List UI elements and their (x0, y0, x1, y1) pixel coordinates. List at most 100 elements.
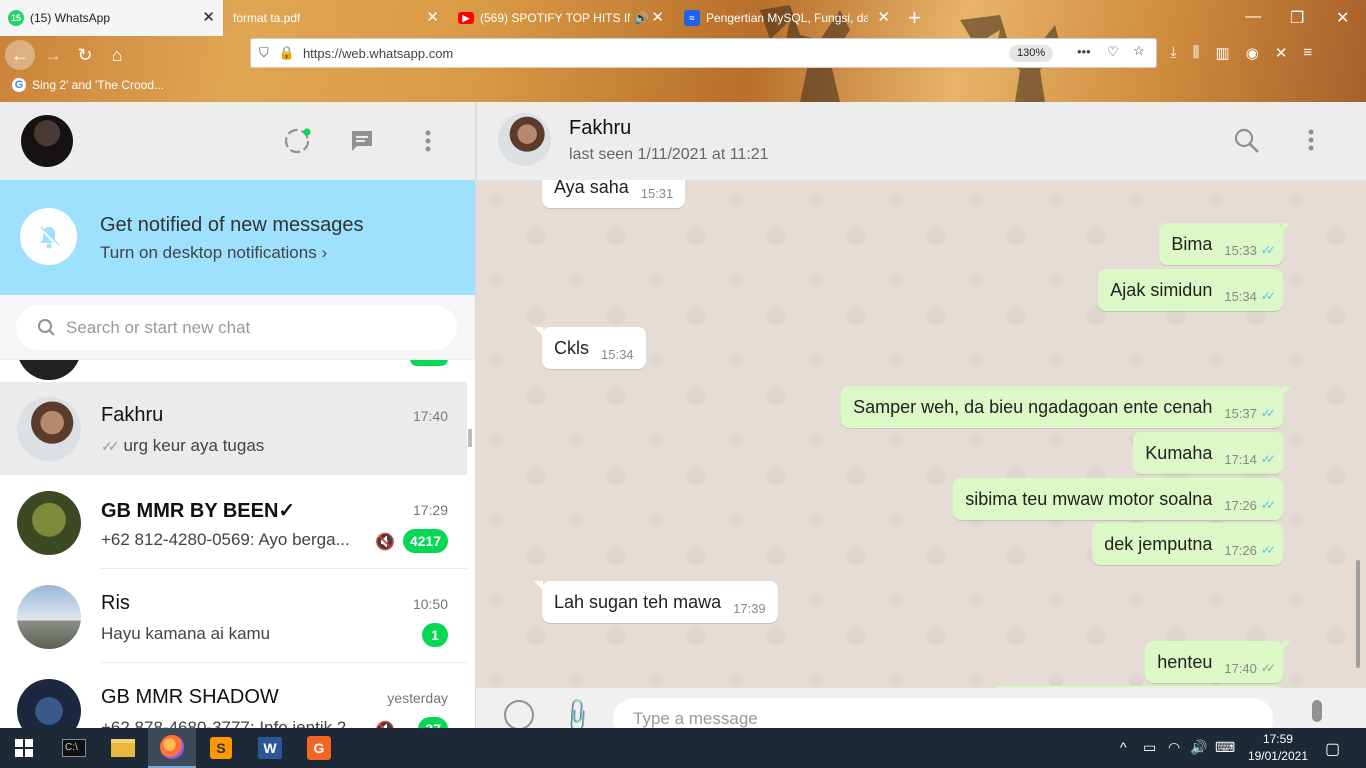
sidebar-icon[interactable]: ▥ (1216, 44, 1230, 62)
battery-icon[interactable]: ▭ (1143, 739, 1156, 756)
chat-item-fakhru[interactable]: Fakhru 17:40 ✓✓ urg keur aya tugas (0, 382, 467, 475)
pocket-icon[interactable]: ♡ (1107, 44, 1119, 60)
chat-item-gb-mmr-by-been[interactable]: GB MMR BY BEEN✓ 17:29 +62 812-4280-0569:… (0, 476, 467, 569)
wifi-icon[interactable]: ◠ (1168, 739, 1180, 756)
tab-pdf[interactable]: format ta.pdf ✕ (225, 0, 447, 36)
sublime-text-icon[interactable]: S (197, 728, 245, 768)
divider (100, 568, 467, 569)
terminal-icon[interactable]: C:\ (50, 728, 98, 768)
emoji-icon[interactable] (504, 700, 534, 730)
tab-youtube[interactable]: ▶ (569) SPOTIFY TOP HITS INL 🔊 ✕ (450, 0, 672, 36)
chevron-up-icon[interactable]: ^ (1120, 739, 1127, 755)
volume-icon[interactable]: 🔊 (1190, 739, 1207, 756)
bell-off-icon (20, 208, 77, 265)
sidebar-resize-handle[interactable] (468, 429, 472, 447)
zoom-level[interactable]: 130% (1009, 45, 1054, 62)
speaker-icon[interactable]: 🔊 (634, 11, 649, 25)
message-outgoing[interactable]: Kumaha 17:14 ✓✓ (1133, 432, 1283, 474)
message-outgoing[interactable]: sibima teu mwaw motor soalna 17:26 ✓✓ (953, 478, 1283, 520)
shield-icon[interactable]: ⛉ (259, 45, 269, 61)
forward-button[interactable]: → (38, 40, 68, 70)
browser-chrome: 15 (15) WhatsApp ✕ format ta.pdf ✕ ▶ (56… (0, 0, 1366, 102)
divider (100, 662, 467, 663)
partial-chat-row[interactable] (0, 360, 467, 382)
windows-start-icon[interactable] (0, 728, 48, 768)
message-outgoing[interactable]: henteu 17:40 ✓✓ (1145, 641, 1291, 683)
chat-preview: +62 812-4280-0569: Ayo berga... (101, 530, 350, 549)
message-incoming[interactable]: Ckls 15:34 (534, 327, 646, 369)
search-box[interactable] (16, 305, 457, 350)
sidebar-header (0, 102, 475, 180)
toolbar-icons: ⤓ ⫼ ▥ ◉ ✕ ≡ (1170, 44, 1312, 62)
lock-icon[interactable]: 🔒 (279, 45, 295, 61)
window-close-icon[interactable]: ✕ (1336, 8, 1349, 28)
close-icon[interactable]: ✕ (651, 10, 664, 25)
menu-icon[interactable]: ≡ (1303, 44, 1312, 62)
status-icon[interactable] (282, 126, 312, 156)
taskbar-clock[interactable]: 17:59 19/01/2021 (1248, 731, 1308, 765)
account-icon[interactable]: ◉ (1246, 44, 1259, 62)
tab-whatsapp[interactable]: 15 (15) WhatsApp ✕ (0, 0, 223, 36)
contact-avatar[interactable] (498, 113, 551, 166)
close-icon[interactable]: ✕ (426, 10, 439, 25)
youtube-icon: ▶ (458, 12, 474, 24)
menu-dots-icon[interactable] (1308, 129, 1314, 151)
unread-badge (410, 360, 448, 366)
avatar (17, 585, 81, 649)
contact-last-seen: last seen 1/11/2021 at 11:21 (569, 146, 769, 163)
chat-time: 17:29 (412, 502, 448, 518)
search-input[interactable] (66, 317, 426, 338)
minimize-icon[interactable]: — (1245, 8, 1261, 26)
chat-name: Fakhru (101, 404, 164, 426)
word-icon[interactable]: W (246, 728, 294, 768)
tab-label: Pengertian MySQL, Fungsi, da (706, 11, 868, 25)
tab-label: format ta.pdf (233, 11, 301, 25)
download-icon[interactable]: ⤓ (1170, 44, 1177, 62)
search-icon[interactable] (1234, 128, 1260, 154)
whatsapp-icon: 15 (8, 10, 24, 26)
message-incoming[interactable]: Lah sugan teh mawa 17:39 (534, 581, 778, 623)
file-explorer-icon[interactable] (99, 728, 147, 768)
tab-mysql[interactable]: ≈ Pengertian MySQL, Fungsi, da ✕ (676, 0, 898, 36)
conversation-panel: Fakhru last seen 1/11/2021 at 11:21 Aya … (476, 102, 1366, 750)
chat-item-ris[interactable]: Ris 10:50 Hayu kamana ai kamu 1 (0, 570, 467, 663)
message-outgoing[interactable]: Samper weh, da bieu ngadagoan ente cenah… (841, 386, 1291, 428)
close-icon[interactable]: ✕ (877, 10, 890, 25)
tab-label: (569) SPOTIFY TOP HITS INL (480, 11, 630, 25)
restore-icon[interactable]: ❐ (1290, 8, 1304, 28)
message-incoming[interactable]: Aya saha 15:31 (542, 180, 686, 208)
chat-time: 10:50 (412, 596, 448, 612)
my-avatar[interactable] (21, 115, 73, 167)
chat-list: Fakhru 17:40 ✓✓ urg keur aya tugas GB MMR… (0, 382, 467, 750)
microphone-icon[interactable] (1312, 700, 1322, 722)
firefox-icon[interactable] (148, 728, 196, 768)
message-outgoing[interactable]: Bima 15:33 ✓✓ (1159, 223, 1291, 265)
more-icon[interactable]: ••• (1077, 44, 1091, 59)
notification-center-icon[interactable]: ▢ (1325, 739, 1340, 759)
message-outgoing[interactable]: dek jemputna 17:26 ✓✓ (1092, 523, 1283, 565)
url-text[interactable]: https://web.whatsapp.com (303, 46, 453, 61)
bookmark-star-icon[interactable]: ☆ (1133, 43, 1145, 59)
message-scrollbar[interactable] (1356, 560, 1360, 668)
new-tab-button[interactable]: + (900, 0, 932, 36)
message-area: Aya saha 15:31 Bima 15:33 ✓✓ Ajak simidun 15… (476, 180, 1366, 688)
extension-icon[interactable]: ✕ (1275, 44, 1288, 62)
notification-link[interactable]: Turn on desktop notifications › (100, 243, 327, 263)
url-bar[interactable]: ⛉ 🔒 https://web.whatsapp.com 130% ••• ♡ … (250, 38, 1157, 68)
contact-name[interactable]: Fakhru (569, 117, 631, 140)
foxit-reader-icon[interactable]: G (295, 728, 343, 768)
bookmark-item[interactable]: G Sing 2' and 'The Crood... (12, 78, 164, 92)
library-icon[interactable]: ⫼ (1193, 44, 1200, 62)
chat-name: GB MMR BY BEEN✓ (101, 500, 296, 522)
conversation-header[interactable]: Fakhru last seen 1/11/2021 at 11:21 (476, 102, 1366, 180)
message-outgoing[interactable]: Ajak simidun 15:34 ✓✓ (1098, 269, 1283, 311)
home-button[interactable]: ⌂ (102, 40, 132, 70)
notification-banner[interactable]: Get notified of new messages Turn on des… (0, 180, 475, 295)
keyboard-icon[interactable]: ⌨ (1215, 739, 1235, 756)
avatar (17, 491, 81, 555)
new-chat-icon[interactable] (347, 126, 377, 156)
close-icon[interactable]: ✕ (202, 10, 215, 25)
back-button[interactable]: ← (5, 40, 35, 70)
menu-dots-icon[interactable] (413, 126, 443, 156)
reload-button[interactable]: ↻ (70, 40, 100, 70)
